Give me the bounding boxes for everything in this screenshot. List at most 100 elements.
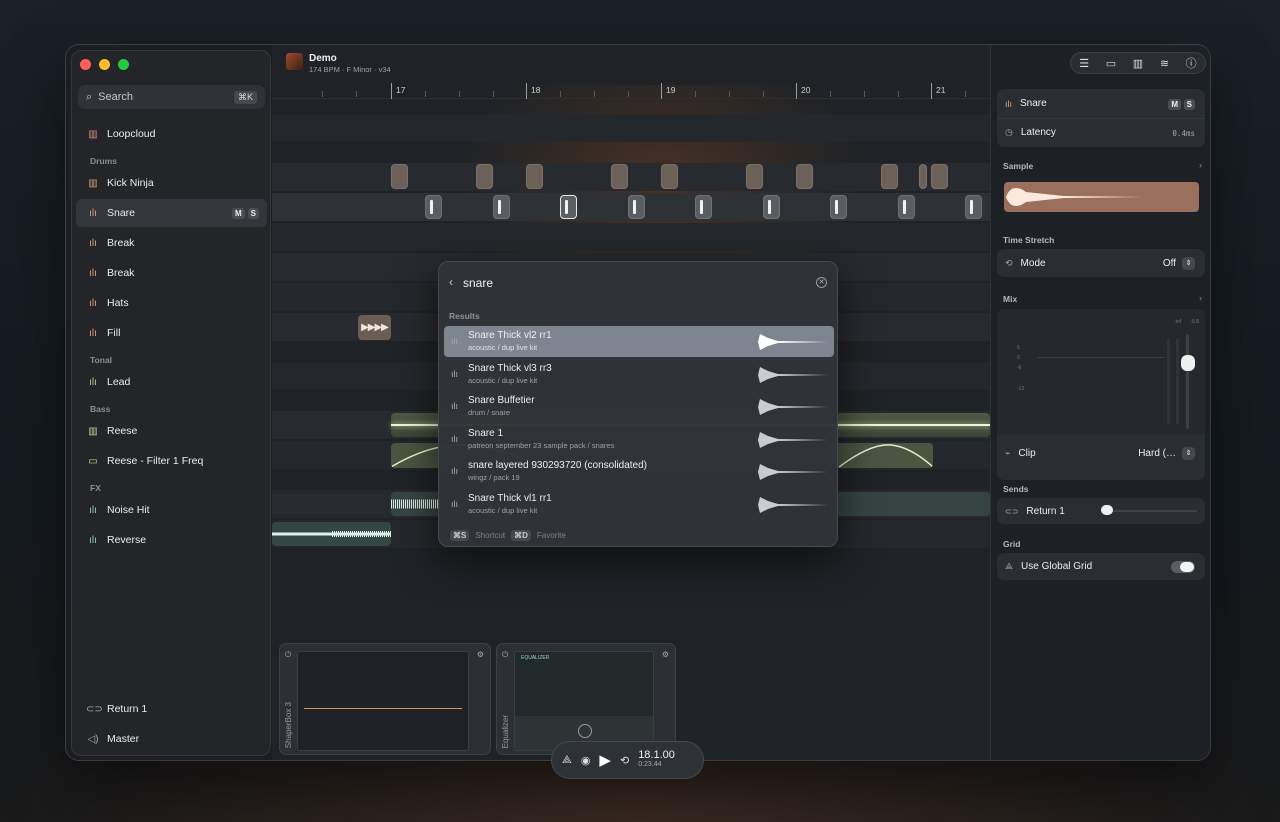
sidebar-item-lead[interactable]: ılı Lead <box>76 368 267 396</box>
volume-fader-track[interactable] <box>1186 334 1189 429</box>
sample-waveform[interactable] <box>1004 182 1199 212</box>
clear-search-icon[interactable]: ✕ <box>816 277 827 288</box>
sidebar-item-fill[interactable]: ılı Fill <box>76 319 267 347</box>
folder-icon[interactable]: ▭ <box>1106 57 1116 70</box>
kick-clip[interactable] <box>931 164 948 189</box>
sidebar-item-reese[interactable]: ▥ Reese <box>76 417 267 445</box>
kick-clip[interactable] <box>796 164 813 189</box>
plugin-name: ShaperBox 3 <box>284 701 293 748</box>
sliders-icon[interactable]: ≋ <box>1160 57 1169 70</box>
result-subtitle: wingz / pack 19 <box>468 473 520 482</box>
ruler-tick <box>322 91 323 97</box>
plugin-display[interactable]: EQUALIZER <box>514 651 654 751</box>
sidebar-item-master[interactable]: ◁) Master <box>76 725 267 753</box>
mute-button[interactable]: M <box>231 207 245 219</box>
sidebar-item-hats[interactable]: ılı Hats <box>76 289 267 317</box>
fill-clip[interactable]: ▶▶▶▶ <box>358 315 391 340</box>
section-heading-tonal: Tonal <box>90 355 113 365</box>
snare-clip-selected[interactable] <box>560 195 577 219</box>
result-subtitle: acoustic / dup live kit <box>468 505 538 515</box>
meter-label: -0.8 <box>1190 319 1199 325</box>
gear-icon[interactable]: ⚙ <box>477 650 484 659</box>
waveform-icon: ılı <box>89 534 97 546</box>
search-input[interactable]: ⌕ Search ⌘K <box>78 85 265 109</box>
kick-clip[interactable] <box>746 164 763 189</box>
search-result-row[interactable]: ılı Snare Thick vl2 rr1 acoustic / dup liv… <box>444 326 834 357</box>
plugin-equalizer[interactable]: ⏻ ⚙ EQUALIZER Equalizer <box>496 643 676 755</box>
send-slider-knob[interactable] <box>1101 505 1113 515</box>
search-query-input[interactable]: snare <box>463 276 493 290</box>
sidebar-item-break-2[interactable]: ılı Break <box>76 259 267 287</box>
waveform-icon: ılı <box>89 327 97 339</box>
meter-label: 6 <box>1017 345 1020 351</box>
search-result-row[interactable]: ılı Snare Buffetier drum / snare <box>444 391 834 422</box>
info-icon[interactable]: ⓘ <box>1186 55 1197 71</box>
eq-knob[interactable] <box>578 724 592 738</box>
send-slider[interactable] <box>1105 510 1197 512</box>
search-result-row[interactable]: ılı Snare Thick vl1 rr1 acoustic / dup liv… <box>444 489 834 520</box>
kick-clip[interactable] <box>476 164 493 189</box>
sidebar-item-snare[interactable]: ılı Snare M S <box>76 199 267 227</box>
close-window-button[interactable] <box>80 59 91 70</box>
waveform-icon: ılı <box>89 376 97 388</box>
global-grid-toggle[interactable] <box>1171 561 1195 573</box>
clip-row: ⌁ Clip <box>1005 448 1036 459</box>
time-stretch-card[interactable]: ⟲ Mode Off ⇕ <box>997 249 1205 277</box>
snare-clip[interactable] <box>628 195 645 219</box>
search-shortcut: ⌘K <box>233 90 257 104</box>
mode-select[interactable]: Off ⇕ <box>1163 257 1195 270</box>
track-lane-break[interactable] <box>272 223 990 251</box>
search-result-row[interactable]: ılı Snare Thick vl3 rr3 acoustic / dup liv… <box>444 359 834 390</box>
search-result-row[interactable]: ılı Snare 1 patreon september 23 sample pa… <box>444 424 834 455</box>
sidebar-item-return-1[interactable]: ⊂⊃ Return 1 <box>76 695 267 723</box>
sidebar-item-loopcloud[interactable]: ▥ Loopcloud <box>76 120 267 148</box>
kick-clip[interactable] <box>611 164 628 189</box>
kick-clip[interactable] <box>526 164 543 189</box>
chevron-right-icon[interactable]: › <box>1199 160 1202 170</box>
snare-clip[interactable] <box>965 195 982 219</box>
back-icon[interactable]: ‹ <box>449 275 453 289</box>
kick-clip[interactable] <box>919 164 927 189</box>
metronome-icon[interactable]: ⟁ <box>562 754 572 767</box>
kick-clip[interactable] <box>881 164 898 189</box>
reverse-clip[interactable] <box>272 522 391 546</box>
sidebar-item-reverse[interactable]: ılı Reverse <box>76 526 267 554</box>
snare-clip[interactable] <box>695 195 712 219</box>
record-button[interactable]: ◉ <box>581 754 591 767</box>
piano-icon[interactable]: ▥ <box>1133 57 1143 70</box>
solo-button[interactable]: S <box>247 207 259 219</box>
plugin-shaperbox[interactable]: ⏻ ⚙ ShaperBox 3 <box>279 643 491 755</box>
track-row[interactable]: ılı Snare <box>1005 98 1047 109</box>
timeline-ruler[interactable]: 17 18 19 20 21 <box>272 83 990 99</box>
track-lane-loopcloud[interactable] <box>272 114 990 142</box>
power-icon[interactable]: ⏻ <box>502 650 508 660</box>
minimize-window-button[interactable] <box>99 59 110 70</box>
kick-clip[interactable] <box>661 164 678 189</box>
sidebar-item-kick-ninja[interactable]: ▥ Kick Ninja <box>76 169 267 197</box>
sends-heading: Sends <box>1003 484 1029 494</box>
sidebar-item-reese-filter[interactable]: ▭ Reese - Filter 1 Freq <box>76 447 267 475</box>
solo-button[interactable]: S <box>1183 99 1195 110</box>
gear-icon[interactable]: ⚙ <box>662 650 669 659</box>
search-result-row[interactable]: ılı snare layered 930293720 (consolidated… <box>444 456 834 487</box>
kick-clip[interactable] <box>391 164 408 189</box>
zoom-window-button[interactable] <box>118 59 129 70</box>
plugin-display[interactable] <box>297 651 469 751</box>
mute-button[interactable]: M <box>1168 99 1181 110</box>
power-icon[interactable]: ⏻ <box>285 650 291 660</box>
grid-icon: ⟁ <box>1005 561 1014 571</box>
waveform-icon: ılı <box>89 267 97 279</box>
chevron-right-icon[interactable]: › <box>1199 293 1202 303</box>
play-button[interactable]: ▶ <box>599 751 611 769</box>
snare-clip[interactable] <box>898 195 915 219</box>
volume-fader-knob[interactable] <box>1181 355 1195 371</box>
clip-select[interactable]: Hard (… ⇕ <box>1138 447 1195 460</box>
snare-clip[interactable] <box>763 195 780 219</box>
sidebar-item-noise-hit[interactable]: ılı Noise Hit <box>76 496 267 524</box>
snare-clip[interactable] <box>493 195 510 219</box>
list-icon[interactable]: ☰ <box>1079 57 1089 70</box>
snare-clip[interactable] <box>830 195 847 219</box>
sidebar-item-break[interactable]: ılı Break <box>76 229 267 257</box>
loop-icon[interactable]: ⟲ <box>620 754 629 767</box>
snare-clip[interactable] <box>425 195 442 219</box>
